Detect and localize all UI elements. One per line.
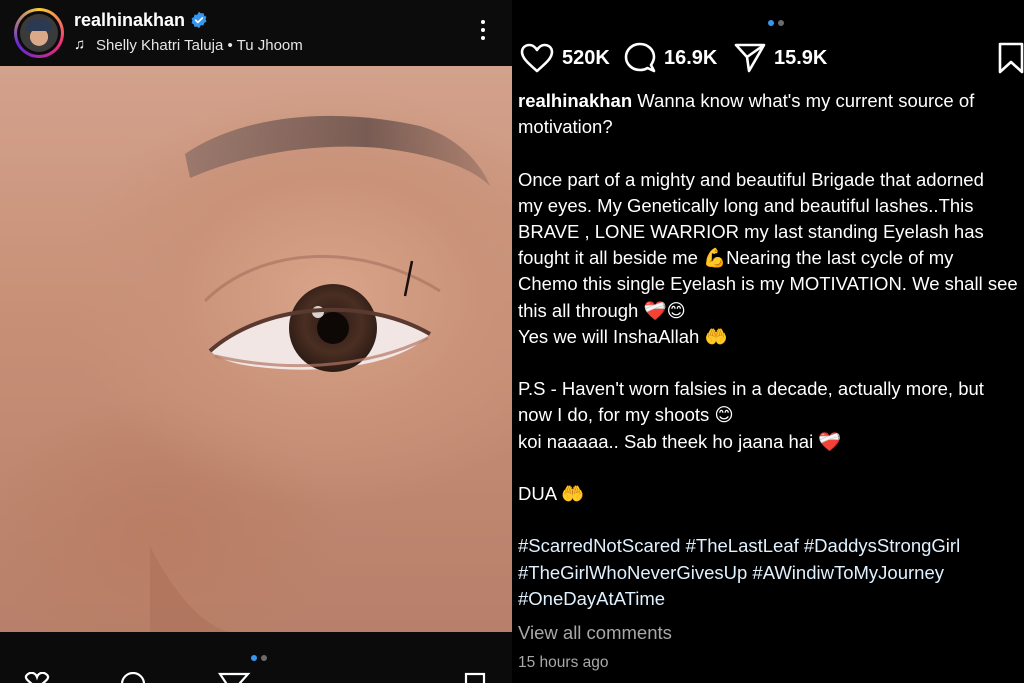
carousel-indicator bbox=[251, 648, 271, 661]
hashtag-line[interactable]: #ScarredNotScared #TheLastLeaf #DaddysSt… bbox=[518, 533, 1024, 559]
music-note-icon: ♫ bbox=[74, 36, 86, 53]
post-photo[interactable] bbox=[0, 66, 512, 632]
caption-text: now I do, for my shoots 😊 bbox=[518, 404, 734, 426]
profile-avatar[interactable] bbox=[14, 8, 64, 58]
post-caption: realhinakhan Wanna know what's my curren… bbox=[518, 88, 1024, 612]
share-count: 15.9K bbox=[774, 46, 828, 69]
post-details-pane: 520K 16.9K 15.9K realhinakhan Wanna know… bbox=[512, 0, 1024, 683]
post-header: realhinakhan ♫ Shelly Khatri Taluja • Tu… bbox=[0, 0, 512, 66]
post-username[interactable]: realhinakhan bbox=[74, 10, 185, 31]
caption-text: Once part of a mighty and beautiful Brig… bbox=[518, 168, 984, 190]
caption-text: Yes we will InshaAllah 🤲 bbox=[518, 325, 728, 347]
action-bar: 520K 16.9K 15.9K bbox=[512, 40, 1024, 80]
carousel-indicator bbox=[768, 13, 788, 31]
verified-badge-icon bbox=[191, 11, 207, 29]
left-action-bar-partial bbox=[20, 671, 500, 683]
caption-text: DUA 🤲 bbox=[518, 483, 585, 504]
post-timestamp: 15 hours ago bbox=[518, 654, 609, 671]
like-button[interactable]: 520K bbox=[520, 40, 610, 76]
save-button[interactable] bbox=[998, 40, 1024, 76]
hashtag-line[interactable]: #OneDayAtATime bbox=[518, 586, 1024, 612]
view-all-comments-link[interactable]: View all comments bbox=[518, 622, 672, 644]
caption-username[interactable]: realhinakhan bbox=[518, 90, 632, 111]
comment-count: 16.9K bbox=[664, 46, 718, 69]
comment-icon bbox=[624, 42, 656, 73]
share-button[interactable]: 15.9K bbox=[734, 40, 827, 76]
caption-text: fought it all beside me 💪Nearing the las… bbox=[518, 247, 954, 269]
caption-text: my eyes. My Genetically long and beautif… bbox=[518, 194, 974, 216]
send-icon bbox=[734, 43, 766, 73]
caption-text: BRAVE , LONE WARRIOR my last standing Ey… bbox=[518, 221, 984, 242]
caption-text: Chemo this single Eyelash is my MOTIVATI… bbox=[518, 273, 1018, 295]
post-media-pane: realhinakhan ♫ Shelly Khatri Taluja • Tu… bbox=[0, 0, 512, 683]
eye-closeup-illustration bbox=[150, 115, 490, 632]
caption-text: this all through ❤️‍🩹😊 bbox=[518, 299, 686, 321]
audio-track-label[interactable]: Shelly Khatri Taluja • Tu Jhoom bbox=[96, 37, 303, 54]
caption-text: P.S - Haven't worn falsies in a decade, … bbox=[518, 378, 984, 400]
heart-icon bbox=[520, 43, 554, 73]
like-count: 520K bbox=[562, 46, 610, 69]
bookmark-icon bbox=[998, 42, 1024, 74]
caption-text: Wanna know what's my current source of bbox=[632, 90, 975, 111]
caption-text: motivation? bbox=[518, 116, 613, 138]
comment-button[interactable]: 16.9K bbox=[624, 40, 717, 76]
hashtag-line[interactable]: #TheGirlWhoNeverGivesUp #AWindiwToMyJour… bbox=[518, 560, 1024, 586]
caption-text: koi naaaaa.. Sab theek ho jaana hai ❤️‍🩹 bbox=[518, 430, 842, 452]
more-options-icon[interactable] bbox=[476, 20, 490, 46]
